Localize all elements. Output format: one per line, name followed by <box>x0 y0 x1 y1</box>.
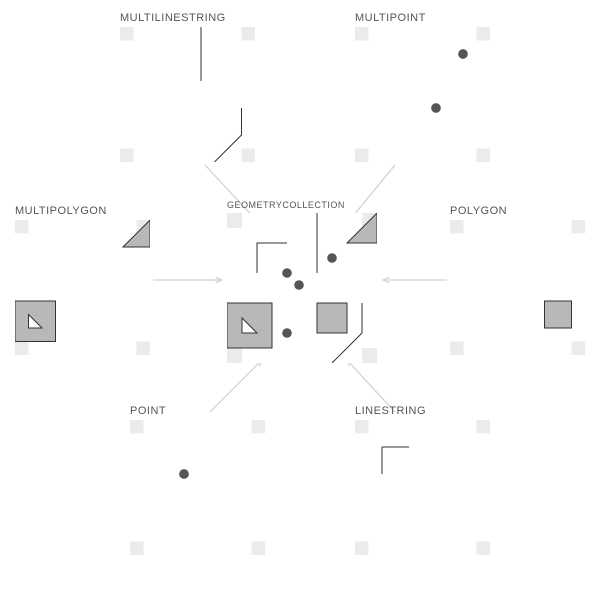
label-multilinestring: MULTILINESTRING <box>120 12 255 24</box>
panel-point: POINT <box>130 405 265 560</box>
label-multipoint: MULTIPOINT <box>355 12 490 24</box>
label-geometrycollection: GEOMETRYCOLLECTION <box>227 200 377 210</box>
panel-multipolygon: MULTIPOLYGON <box>15 205 150 360</box>
panel-geometrycollection: GEOMETRYCOLLECTION <box>227 200 377 368</box>
label-linestring: LINESTRING <box>355 405 490 417</box>
plot-polygon <box>450 220 585 355</box>
plot-multipolygon <box>15 220 150 355</box>
panel-polygon: POLYGON <box>450 205 585 360</box>
label-polygon: POLYGON <box>450 205 585 217</box>
panel-multipoint: MULTIPOINT <box>355 12 490 167</box>
plot-linestring <box>355 420 490 555</box>
panel-linestring: LINESTRING <box>355 405 490 560</box>
plot-geometrycollection <box>227 213 377 363</box>
plot-multipoint <box>355 27 490 162</box>
panel-multilinestring: MULTILINESTRING <box>120 12 255 167</box>
label-point: POINT <box>130 405 265 417</box>
plot-point <box>130 420 265 555</box>
label-multipolygon: MULTIPOLYGON <box>15 205 150 217</box>
plot-multilinestring <box>120 27 255 162</box>
